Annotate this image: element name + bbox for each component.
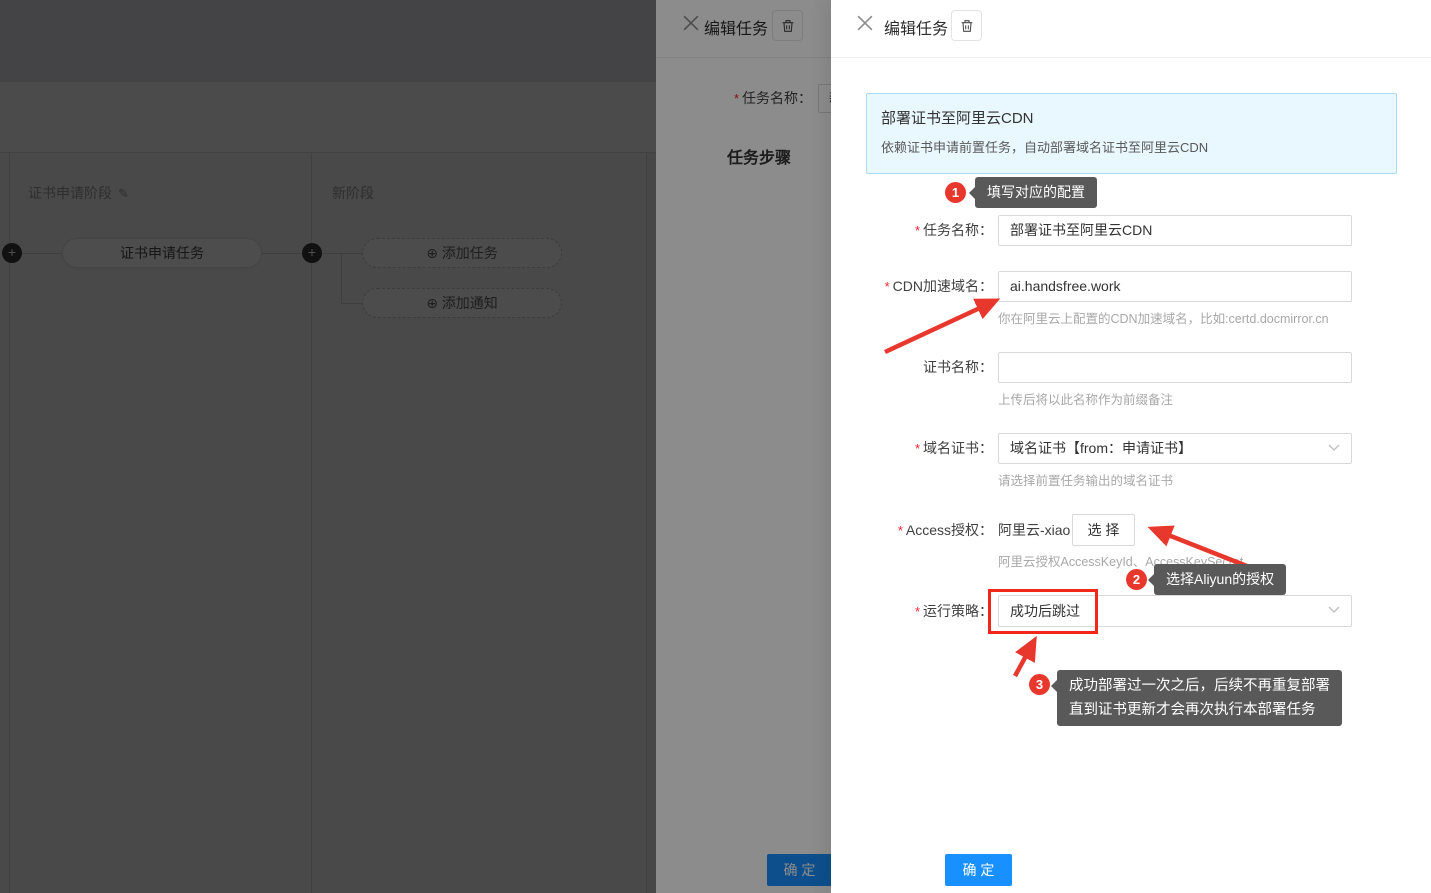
modal-mask-front[interactable] xyxy=(0,0,831,893)
access-label: *Access授权： xyxy=(831,514,993,545)
trash-icon xyxy=(959,18,975,34)
annotation-badge-2: 2 xyxy=(1126,569,1147,590)
task-name-label: *任务名称： xyxy=(831,215,993,246)
annotation-badge-1: 1 xyxy=(945,182,966,203)
access-choose-button[interactable]: 选 择 xyxy=(1072,514,1135,546)
alert-description: 依赖证书申请前置任务，自动部署域名证书至阿里云CDN xyxy=(881,137,1382,156)
cert-name-input[interactable] xyxy=(998,352,1352,383)
annotation-tip-2: 选择Aliyun的授权 xyxy=(1154,564,1286,595)
domain-cert-select[interactable]: 域名证书【from：申请证书】 xyxy=(998,433,1352,464)
chevron-down-icon xyxy=(1328,606,1340,614)
delete-task-button[interactable] xyxy=(951,10,982,41)
access-value: 阿里云-xiao xyxy=(998,514,1070,546)
annotation-highlight-box xyxy=(988,589,1098,634)
screen: 证书申请阶段✎ 新阶段 + + 证书申请任务 ⊕ 添加任务 ⊕ 添加通知 xyxy=(0,0,1431,893)
run-strategy-label: *运行策略： xyxy=(831,595,993,626)
annotation-tip-3: 成功部署过一次之后，后续不再重复部署 直到证书更新才会再次执行本部署任务 xyxy=(1057,670,1342,726)
task-name-input[interactable]: 部署证书至阿里云CDN xyxy=(998,215,1352,246)
domain-cert-label: *域名证书： xyxy=(831,433,993,464)
divider xyxy=(831,57,1431,58)
cdn-domain-label: *CDN加速域名： xyxy=(831,271,993,302)
plugin-info-alert: 部署证书至阿里云CDN 依赖证书申请前置任务，自动部署域名证书至阿里云CDN xyxy=(866,93,1397,174)
domain-cert-helper: 请选择前置任务输出的域名证书 xyxy=(998,470,1173,489)
annotation-badge-3: 3 xyxy=(1029,674,1050,695)
cdn-domain-helper: 你在阿里云上配置的CDN加速域名，比如:certd.docmirror.cn xyxy=(998,308,1329,327)
confirm-button[interactable]: 确 定 xyxy=(945,854,1012,886)
alert-title: 部署证书至阿里云CDN xyxy=(881,107,1382,128)
drawer-title: 编辑任务 xyxy=(884,15,948,39)
cdn-domain-input[interactable]: ai.handsfree.work xyxy=(998,271,1352,302)
edit-task-drawer: 编辑任务 部署证书至阿里云CDN 依赖证书申请前置任务，自动部署域名证书至阿里云… xyxy=(831,0,1431,893)
cert-name-label: 证书名称： xyxy=(831,352,993,383)
chevron-down-icon xyxy=(1328,444,1340,452)
cert-name-helper: 上传后将以此名称作为前缀备注 xyxy=(998,389,1173,408)
annotation-tip-1: 填写对应的配置 xyxy=(975,177,1097,208)
close-icon[interactable] xyxy=(857,15,873,31)
